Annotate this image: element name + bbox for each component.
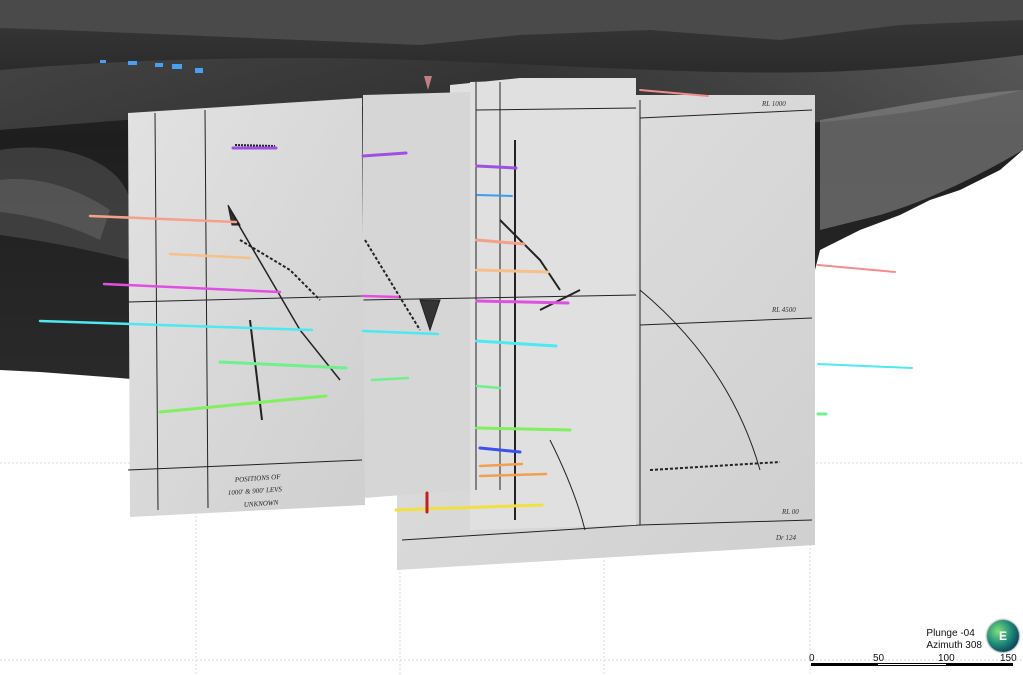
drillhole-trace[interactable]: [475, 299, 570, 305]
cross-section-sheet-middle[interactable]: [362, 78, 637, 531]
rl-mid-label: RL 4500: [771, 306, 796, 314]
azimuth-label: Azimuth 308: [926, 640, 982, 651]
cross-section-sheet-left[interactable]: POSITIONS OF 1000' & 900' LEVS UNKNOWN: [127, 98, 365, 517]
globe-compass-icon[interactable]: E: [987, 620, 1019, 652]
view-orientation-readout: Plunge -04 Azimuth 308: [926, 628, 982, 652]
sheet-corner-note: Dr 124: [775, 534, 797, 542]
scale-bar: [811, 663, 1013, 667]
drillhole-trace[interactable]: [817, 264, 896, 273]
rl-bottom-label: RL 00: [781, 508, 799, 516]
plunge-label: Plunge -04: [926, 628, 975, 639]
drillhole-trace[interactable]: [475, 268, 550, 274]
rl-top-label: RL 1000: [761, 100, 786, 108]
3d-viewport[interactable]: RL 1000 RL 4500 RL 00 Dr 124 POSITIONS O…: [0, 0, 1023, 675]
drillhole-trace[interactable]: [817, 363, 913, 369]
drillhole-trace[interactable]: [475, 426, 572, 432]
compass-letter: E: [998, 629, 1007, 643]
drillhole-trace[interactable]: [361, 294, 400, 299]
drillhole-trace[interactable]: [475, 164, 518, 170]
drillhole-trace[interactable]: [476, 194, 513, 197]
